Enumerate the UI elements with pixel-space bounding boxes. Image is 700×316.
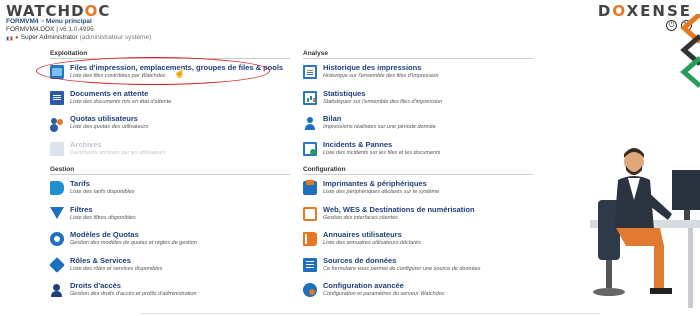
statistics-icon [303,90,317,105]
menu-item-desc: Statistiques sur l'ensemble des files d'… [323,98,443,105]
menu-item-user-quotas[interactable]: Quotas utilisateurs Liste des quotas des … [50,114,290,140]
menu-item-user-directories[interactable]: Annuaires utilisateurs Liste des annuaire… [303,230,533,256]
menu-item-desc: Liste des incidents sur les files et les… [323,149,441,156]
menu-item-roles-services[interactable]: Rôles & Services Liste des rôles et servi… [49,256,290,282]
menu-item-label[interactable]: Quotas utilisateurs [70,114,148,124]
user-info: ● Super Administrator (administrateur sy… [6,34,151,42]
menu-item-desc: Liste des documents mis en état d'attent… [70,98,172,105]
office-worker-illustration [590,148,700,308]
breadcrumb-root[interactable]: FORMVM4 [6,18,39,25]
menu-item-desc: Gestion des modèles de quotas et règles … [70,240,197,246]
roles-services-icon [49,256,65,273]
user-quotas-icon [50,116,64,130]
menu-item-desc: Liste des tarifs disponibles [70,189,135,195]
menu-item-label[interactable]: Incidents & Pannes [323,140,440,150]
menu-item-label[interactable]: Web, WES & Destinations de numérisation [323,205,475,215]
breadcrumb-current: Menu principal [45,18,92,25]
menu-item-label[interactable]: Statistiques [323,89,442,99]
menu-item-label[interactable]: Tarifs [70,179,135,189]
menu-item-filters[interactable]: Filtres Liste des filtres disponibles [50,205,290,231]
version-number: v6.1.0.4996 [59,26,94,33]
archives-icon [50,141,64,156]
menu-item-web-wes[interactable]: Web, WES & Destinations de numérisation G… [303,205,533,231]
menu-item-desc: Liste des quotas des utilisateurs [70,124,149,130]
access-rights-icon [50,283,64,297]
menu-item-desc: Liste des rôles et services disponibles [70,265,163,272]
user-directories-icon [303,232,317,246]
header-info: FORMVM4 > Menu principal FORMVM4.DOX | v… [6,18,151,42]
menu-item-label[interactable]: Rôles & Services [70,256,162,266]
menu-item-desc: Historique sur l'ensemble des files d'im… [323,73,439,79]
menu-item-pricing[interactable]: Tarifs Liste des tarifs disponibles [50,179,290,205]
menu-item-desc: Liste des périphériques déclarés sur le … [323,189,440,195]
menu-item-archives: Archives Documents archivés par les utili… [50,140,290,166]
section-title-analyse: Analyse [303,50,533,59]
menu-item-label[interactable]: Bilan [323,114,436,124]
incidents-icon [303,141,317,156]
user-role: Super Administrator [20,34,78,41]
section-gestion: Gestion Tarifs Liste des tarifs disponibl… [49,166,290,307]
pending-documents-icon [50,90,64,105]
section-title-gestion: Gestion [50,166,290,175]
section-configuration: Configuration Imprimantes & périphérique… [303,166,533,307]
data-sources-icon [303,257,317,272]
menu-item-label[interactable]: Configuration avancée [323,281,445,291]
server-name: FORMVM4.DOX [6,26,55,33]
menu-item-desc: Configuration et paramètres du serveur W… [323,291,445,297]
menu-item-label[interactable]: Imprimantes & périphériques [323,179,439,189]
menu-item-label[interactable]: Filtres [70,205,136,215]
advanced-config-icon [303,283,317,297]
menu-item-label[interactable]: Sources de données [323,256,480,266]
menu-item-label[interactable]: Historique des impressions [323,63,439,73]
filter-icon [50,206,64,219]
menu-item-advanced-config[interactable]: Configuration avancée Configuration et pa… [303,281,533,307]
print-history-icon [303,65,317,79]
printers-icon [303,180,317,195]
breadcrumb-separator: > [40,18,45,25]
french-flag-icon[interactable] [6,35,13,41]
menu-item-desc: Documents archivés par les utilisateurs [70,149,166,156]
pricing-icon [50,181,64,195]
menu-item-quota-templates[interactable]: Modèles de Quotas Gestion des modèles de … [50,230,290,256]
hand-cursor-icon: ☝ [174,68,186,78]
menu-item-label: Archives [70,139,102,149]
menu-item-access-rights[interactable]: Droits d'accès Gestion des droits d'accès… [50,281,290,307]
user-icon: ● [15,35,19,41]
menu-item-desc: Impressions réalisées sur une période do… [323,124,436,130]
menu-item-data-sources[interactable]: Sources de données Ce formulaire vous per… [303,256,533,282]
menu-item-desc: Liste des annuaires utilisateurs déclaré… [323,240,421,246]
section-analyse: Analyse Historique des impressions Histor… [303,50,533,165]
menu-item-label[interactable]: Annuaires utilisateurs [323,230,421,240]
section-title-configuration: Configuration [303,166,533,175]
breadcrumb: FORMVM4 > Menu principal [6,18,151,26]
user-role-note: (administrateur système) [79,34,152,41]
menu-item-desc: Liste des filtres disponibles [70,214,136,221]
menu-item-desc: Gestion des droits d'accès et profils d'… [70,291,197,297]
web-wes-icon [303,206,317,221]
menu-item-pending-documents[interactable]: Documents en attente Liste des documents … [50,89,290,115]
menu-item-label[interactable]: Droits d'accès [70,281,197,291]
menu-item-report[interactable]: Bilan Impressions réalisées sur une pério… [303,114,533,140]
menu-item-statistics[interactable]: Statistiques Statistiques sur l'ensemble … [303,89,533,115]
menu-item-desc: Gestion des interfaces clientes [323,214,398,221]
menu-item-print-history[interactable]: Historique des impressions Historique sur… [303,63,533,89]
menu-item-incidents[interactable]: Incidents & Pannes Liste des incidents su… [303,140,533,166]
menu-item-label[interactable]: Modèles de Quotas [70,230,197,240]
menu-item-desc: Ce formulaire vous permet de configurer … [323,265,481,272]
menu-item-label[interactable]: Documents en attente [70,89,171,99]
highlight-annotation [36,57,270,85]
footer-divider [140,313,600,314]
quota-templates-icon [50,232,64,246]
report-icon [303,116,317,130]
menu-item-printers[interactable]: Imprimantes & périphériques Liste des pér… [303,179,533,205]
